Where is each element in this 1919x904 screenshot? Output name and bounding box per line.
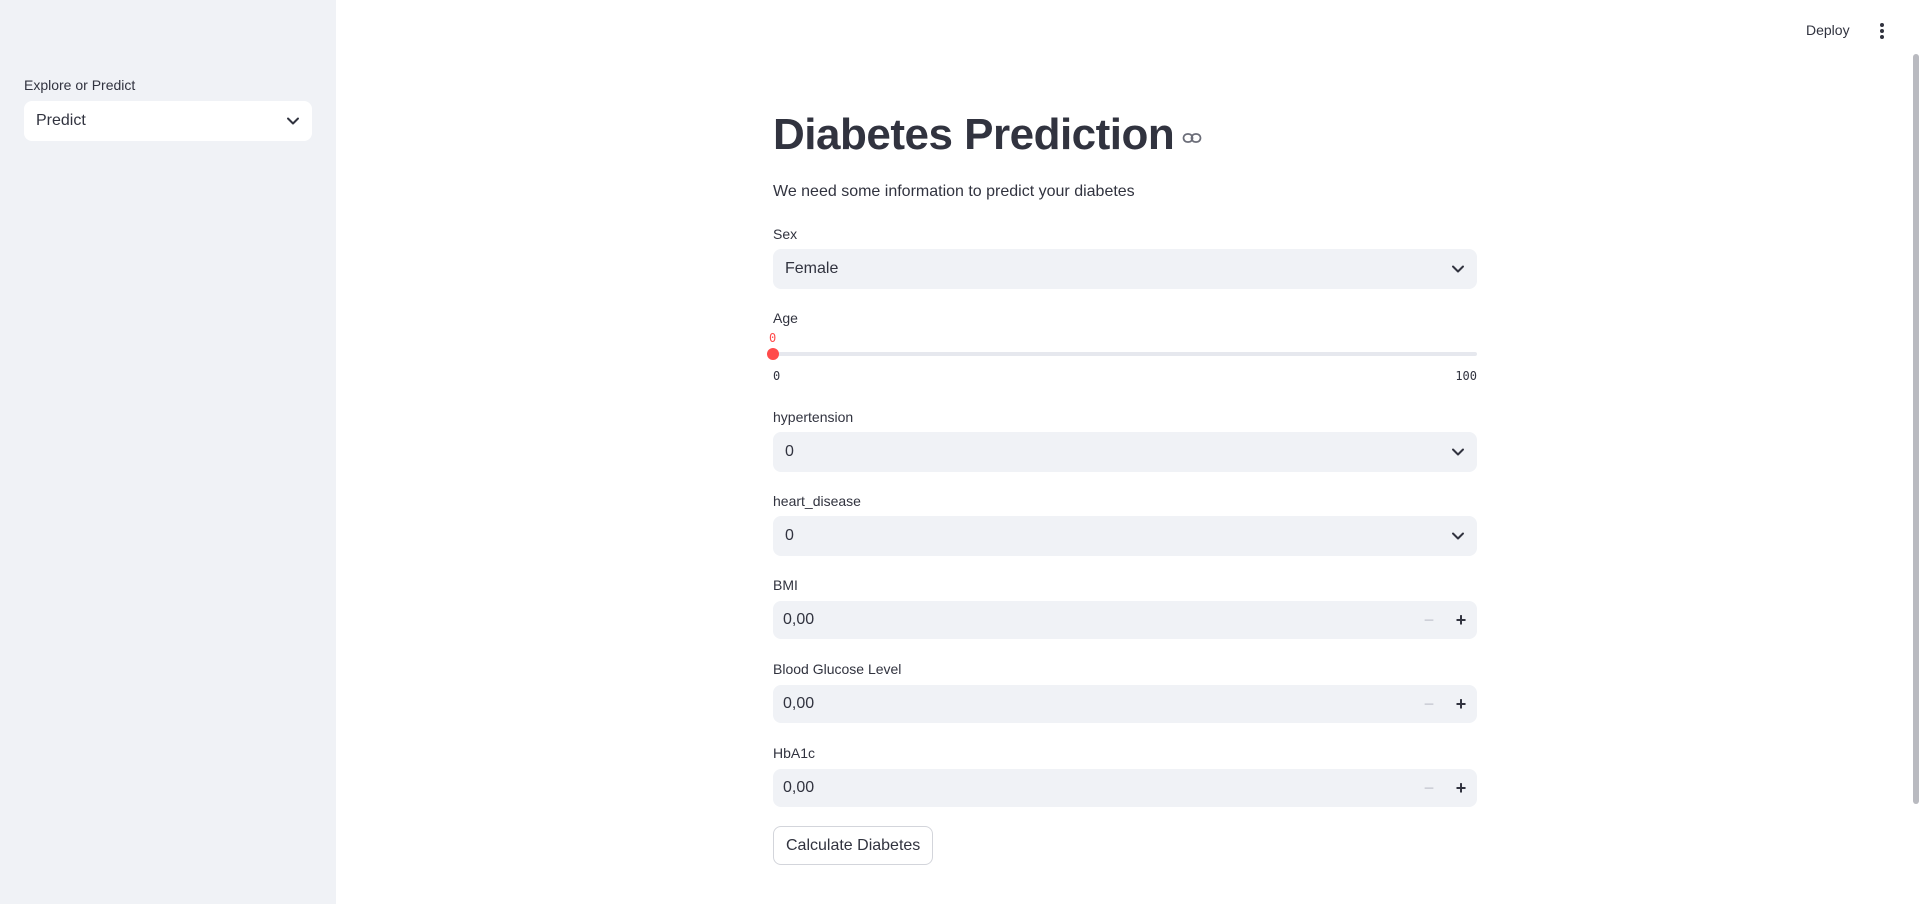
chevron-down-icon: [287, 117, 299, 125]
glucose-number-input: 0,00 − +: [773, 685, 1477, 723]
age-slider-max: 100: [1455, 369, 1477, 383]
page-subtitle: We need some information to predict your…: [773, 183, 1135, 200]
anchor-link-icon[interactable]: [1182, 131, 1202, 145]
sex-value: Female: [785, 260, 839, 277]
hba1c-input[interactable]: 0,00: [773, 779, 1413, 797]
glucose-decrement-button[interactable]: −: [1413, 685, 1445, 723]
age-slider-min: 0: [773, 369, 781, 383]
page-title: Diabetes Prediction: [773, 110, 1175, 159]
hypertension-value: 0: [785, 443, 794, 460]
bmi-increment-button[interactable]: +: [1445, 601, 1477, 639]
bmi-decrement-button[interactable]: −: [1413, 601, 1445, 639]
chevron-down-icon: [1452, 532, 1464, 540]
explore-predict-select[interactable]: Predict: [24, 101, 312, 141]
heart-disease-label: heart_disease: [773, 493, 861, 509]
chevron-down-icon: [1452, 448, 1464, 456]
age-label: Age: [773, 310, 798, 326]
sidebar: Explore or Predict Predict: [0, 0, 336, 904]
bmi-input[interactable]: 0,00: [773, 611, 1413, 629]
calculate-diabetes-button[interactable]: Calculate Diabetes: [773, 826, 934, 865]
sex-select[interactable]: Female: [773, 249, 1477, 289]
bmi-number-input: 0,00 − +: [773, 601, 1477, 639]
hba1c-increment-button[interactable]: +: [1445, 769, 1477, 807]
age-slider-value: 0: [769, 331, 777, 345]
age-slider-thumb[interactable]: [767, 348, 779, 360]
explore-predict-value: Predict: [36, 112, 86, 129]
hba1c-label: HbA1c: [773, 745, 816, 761]
deploy-button[interactable]: Deploy: [1800, 20, 1856, 40]
bmi-label: BMI: [773, 577, 798, 593]
main-menu-icon[interactable]: [1872, 20, 1892, 42]
chevron-down-icon: [1452, 265, 1464, 273]
glucose-input[interactable]: 0,00: [773, 695, 1413, 713]
scrollbar[interactable]: [1913, 54, 1919, 804]
hba1c-number-input: 0,00 − +: [773, 769, 1477, 807]
heart-disease-select[interactable]: 0: [773, 516, 1477, 556]
sidebar-select-label: Explore or Predict: [24, 77, 136, 93]
hba1c-decrement-button[interactable]: −: [1413, 769, 1445, 807]
age-slider-track[interactable]: [773, 352, 1477, 356]
hypertension-label: hypertension: [773, 409, 854, 425]
hypertension-select[interactable]: 0: [773, 432, 1477, 472]
heart-disease-value: 0: [785, 527, 794, 544]
glucose-increment-button[interactable]: +: [1445, 685, 1477, 723]
glucose-label: Blood Glucose Level: [773, 661, 902, 677]
sex-label: Sex: [773, 226, 798, 242]
